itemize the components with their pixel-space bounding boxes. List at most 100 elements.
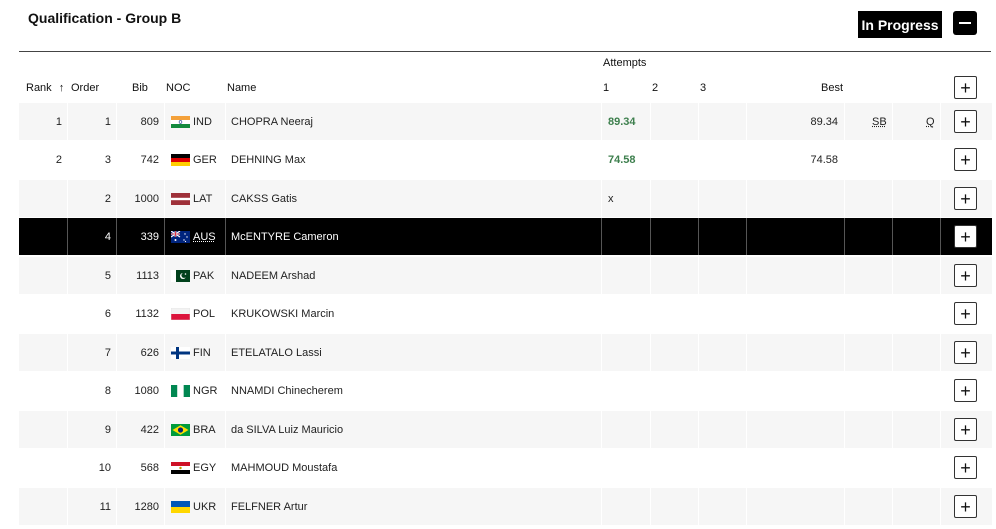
- table-row[interactable]: 4 339 AUS McENTYRE Cameron +: [19, 218, 992, 255]
- bib-cell: 568: [140, 461, 159, 474]
- table-row[interactable]: 9 422 BRA da SILVA Luiz Mauricio +: [19, 411, 992, 448]
- attempt-3-cell: [705, 141, 745, 178]
- column-separator: [698, 180, 699, 217]
- table-row[interactable]: 2 3 742 GER DEHNING Max 74.58 74.58 +: [19, 141, 992, 178]
- attempt-2-cell: [657, 257, 697, 294]
- athlete-name[interactable]: NNAMDI Chinecherem: [231, 372, 591, 409]
- flag-icon: [171, 501, 190, 513]
- column-separator: [650, 103, 651, 140]
- noc-cell: AUS: [193, 230, 216, 243]
- flag-icon: [171, 347, 190, 359]
- column-separator: [164, 218, 165, 255]
- status-badge: In Progress: [858, 11, 942, 38]
- column-separator: [698, 411, 699, 448]
- column-separator: [844, 103, 845, 140]
- plus-icon: +: [960, 111, 971, 132]
- table-row[interactable]: 7 626 FIN ETELATALO Lassi +: [19, 334, 992, 371]
- athlete-name[interactable]: MAHMOUD Moustafa: [231, 449, 591, 486]
- attempt-2-cell: [657, 103, 697, 140]
- attempt-2-cell: [657, 218, 697, 255]
- plus-icon: +: [960, 265, 971, 286]
- athlete-name[interactable]: KRUKOWSKI Marcin: [231, 295, 591, 332]
- column-separator: [601, 449, 602, 486]
- column-separator: [164, 295, 165, 332]
- expand-row-button[interactable]: +: [954, 341, 977, 364]
- attempt-3-cell: [705, 372, 745, 409]
- collapse-button[interactable]: [953, 11, 977, 35]
- column-separator: [601, 372, 602, 409]
- athlete-name[interactable]: ETELATALO Lassi: [231, 334, 591, 371]
- best-cell: [746, 411, 838, 448]
- column-separator: [164, 103, 165, 140]
- order-cell: 9: [104, 423, 111, 436]
- order-cell: 4: [104, 230, 111, 243]
- column-separator: [225, 103, 226, 140]
- column-separator: [940, 141, 941, 178]
- attempt-3-cell: [705, 103, 745, 140]
- column-separator: [892, 411, 893, 448]
- noc-cell: LAT: [193, 192, 213, 205]
- column-separator: [844, 257, 845, 294]
- column-separator: [225, 218, 226, 255]
- column-separator: [892, 257, 893, 294]
- bib-cell: 1113: [136, 269, 159, 282]
- attempt-3-header: 3: [700, 82, 707, 94]
- rank-cell: 1: [55, 115, 62, 128]
- column-separator: [844, 372, 845, 409]
- athlete-name[interactable]: da SILVA Luiz Mauricio: [231, 411, 591, 448]
- attempts-header: Attempts: [603, 57, 647, 69]
- column-separator: [225, 488, 226, 525]
- athlete-name[interactable]: FELFNER Artur: [231, 488, 591, 525]
- column-separator: [844, 488, 845, 525]
- table-row[interactable]: 1 1 809 IND CHOPRA Neeraj 89.34 89.34 SB Q +: [19, 103, 992, 140]
- table-row[interactable]: 10 568 EGY MAHMOUD Moustafa +: [19, 449, 992, 486]
- table-row[interactable]: 5 1113 PAK NADEEM Arshad +: [19, 257, 992, 294]
- expand-row-button[interactable]: +: [954, 495, 977, 518]
- column-separator: [164, 488, 165, 525]
- bib-cell: 626: [140, 346, 159, 359]
- column-separator: [698, 372, 699, 409]
- best-cell: [746, 334, 838, 371]
- name-header: Name: [227, 82, 257, 94]
- expand-row-button[interactable]: +: [954, 418, 977, 441]
- rank-header[interactable]: Rank ↑: [26, 82, 64, 94]
- flag-icon: [171, 462, 190, 474]
- order-cell: 8: [104, 384, 111, 397]
- expand-row-button[interactable]: +: [954, 187, 977, 210]
- column-separator: [892, 103, 893, 140]
- expand-all-button[interactable]: +: [954, 76, 977, 99]
- expand-row-button[interactable]: +: [954, 302, 977, 325]
- expand-row-button[interactable]: +: [954, 379, 977, 402]
- table-row[interactable]: 8 1080 NGR NNAMDI Chinecherem +: [19, 372, 992, 409]
- table-row[interactable]: 6 1132 POL KRUKOWSKI Marcin +: [19, 295, 992, 332]
- column-separator: [844, 180, 845, 217]
- expand-row-button[interactable]: +: [954, 225, 977, 248]
- column-separator: [698, 141, 699, 178]
- record-badge: SB: [872, 115, 887, 128]
- expand-row-button[interactable]: +: [954, 264, 977, 287]
- column-separator: [650, 257, 651, 294]
- table-row[interactable]: 11 1280 UKR FELFNER Artur +: [19, 488, 992, 525]
- noc-cell: NGR: [193, 384, 218, 397]
- plus-icon: +: [960, 303, 971, 324]
- best-cell: [746, 257, 838, 294]
- column-separator: [164, 449, 165, 486]
- order-cell: 7: [104, 346, 111, 359]
- header-divider: [19, 51, 991, 52]
- athlete-name[interactable]: DEHNING Max: [231, 141, 591, 178]
- noc-cell: FIN: [193, 346, 211, 359]
- expand-row-button[interactable]: +: [954, 456, 977, 479]
- rank-cell: [19, 334, 62, 371]
- table-row[interactable]: 2 1000 LAT CAKSS Gatis x +: [19, 180, 992, 217]
- athlete-name[interactable]: CHOPRA Neeraj: [231, 103, 591, 140]
- expand-row-button[interactable]: +: [954, 110, 977, 133]
- column-separator: [940, 449, 941, 486]
- attempt-1-cell: [608, 295, 648, 332]
- attempt-1-cell: [608, 488, 648, 525]
- athlete-name[interactable]: CAKSS Gatis: [231, 180, 591, 217]
- athlete-name[interactable]: NADEEM Arshad: [231, 257, 591, 294]
- expand-row-button[interactable]: +: [954, 148, 977, 171]
- rank-cell: [19, 488, 62, 525]
- rank-cell: [19, 411, 62, 448]
- athlete-name[interactable]: McENTYRE Cameron: [231, 218, 591, 255]
